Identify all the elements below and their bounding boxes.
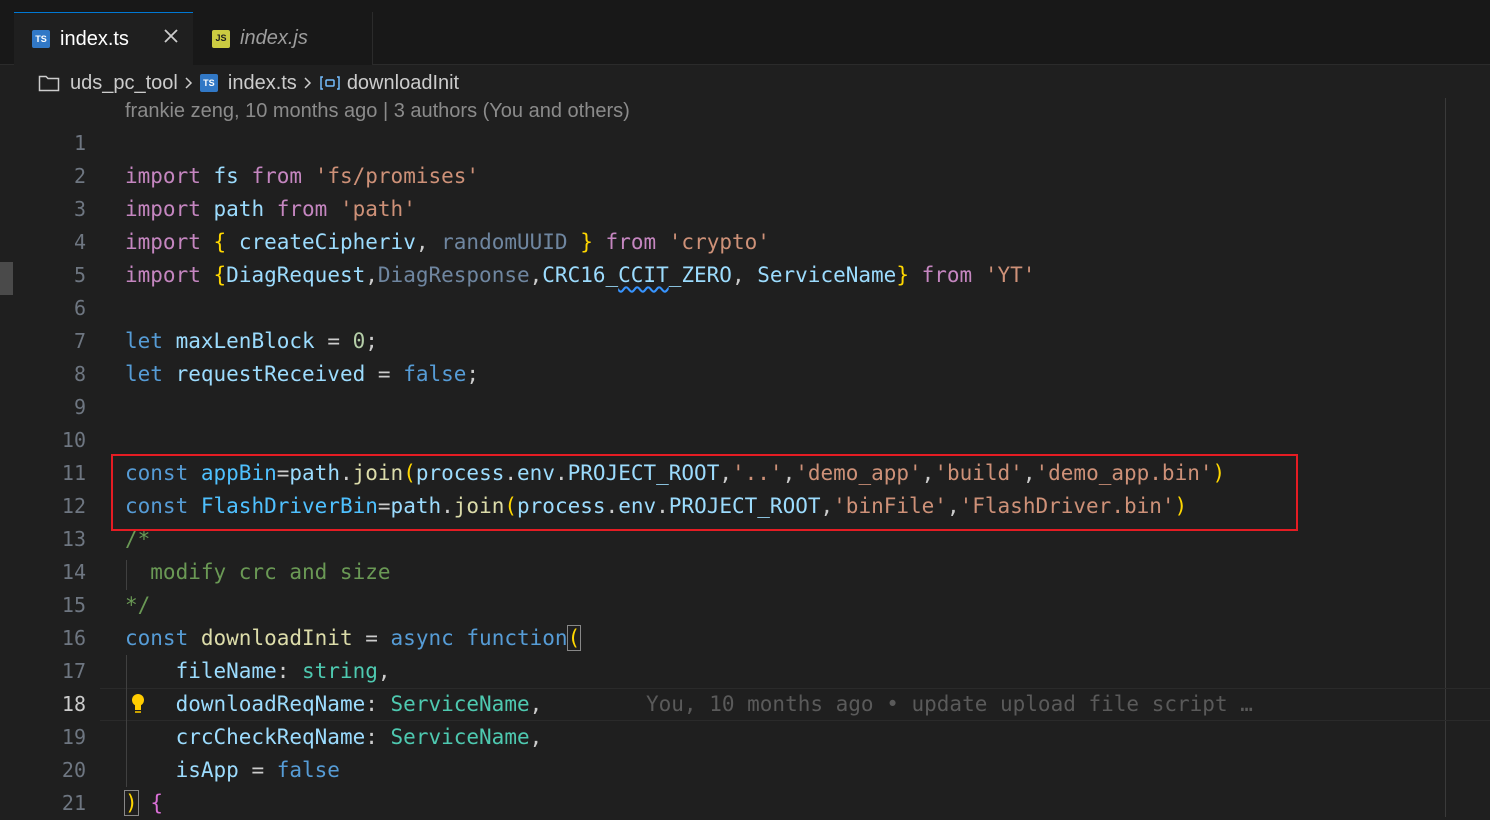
code-line: 14 modify crc and size [0, 556, 1490, 589]
variable-symbol-icon [320, 76, 340, 90]
close-icon[interactable] [163, 28, 179, 44]
line-number: 12 [61, 494, 86, 518]
line-number: 21 [61, 791, 86, 815]
indent-guide [126, 655, 127, 787]
line-code: let maxLenBlock = 0; [125, 329, 378, 353]
line-number: 13 [61, 527, 86, 551]
tab-index-ts[interactable]: TS index.ts [14, 12, 193, 65]
tab-label: index.ts [60, 27, 129, 50]
code-line: 17 fileName: string, [0, 655, 1490, 688]
code-line: 4 import { createCipheriv, randomUUID } … [0, 226, 1490, 259]
line-code: import path from 'path' [125, 197, 416, 221]
line-code: downloadReqName: ServiceName, [175, 692, 543, 716]
chevron-right-icon [184, 76, 194, 90]
line-code: import { createCipheriv, randomUUID } fr… [125, 230, 770, 254]
js-file-icon: JS [212, 29, 230, 48]
code-line: 19 crcCheckReqName: ServiceName, [0, 721, 1490, 754]
line-number: 8 [73, 362, 86, 386]
tab-label: index.js [240, 27, 308, 49]
line-number: 17 [61, 659, 86, 683]
line-code: import {DiagRequest,DiagResponse,CRC16_C… [125, 263, 1036, 287]
line-code: ) { [124, 790, 163, 816]
line-number: 6 [73, 296, 86, 320]
line-number: 9 [73, 395, 86, 419]
code-line: 5 import {DiagRequest,DiagResponse,CRC16… [0, 259, 1490, 292]
code-line: 3 import path from 'path' [0, 193, 1490, 226]
line-number: 4 [73, 230, 86, 254]
code-line: 8 let requestReceived = false; [0, 358, 1490, 391]
code-line: 2 import fs from 'fs/promises' [0, 160, 1490, 193]
tab-index-js[interactable]: JS index.js [193, 12, 373, 65]
breadcrumb: uds_pc_tool TS index.ts downloadInit [38, 68, 459, 98]
line-number: 10 [61, 428, 86, 452]
code-line: 20 isApp = false [0, 754, 1490, 787]
ts-file-icon: TS [199, 74, 218, 92]
line-number: 18 [61, 692, 86, 716]
highlight-annotation-box [111, 454, 1298, 531]
code-line: 1 [0, 127, 1490, 160]
code-line: 21 ) { [0, 787, 1490, 820]
code-line: 16 const downloadInit = async function( [0, 622, 1490, 655]
breadcrumb-file[interactable]: index.ts [228, 72, 297, 95]
ts-file-icon: TS [32, 30, 50, 48]
line-number: 11 [61, 461, 86, 485]
line-code: let requestReceived = false; [125, 362, 480, 386]
line-number: 16 [61, 626, 86, 650]
line-number: 1 [73, 131, 86, 155]
inline-blame[interactable]: You, 10 months ago • update upload file … [646, 688, 1253, 721]
code-line: 6 [0, 292, 1490, 325]
line-number: 15 [61, 593, 86, 617]
line-code: isApp = false [175, 758, 340, 782]
line-code: crcCheckReqName: ServiceName, [175, 725, 543, 749]
line-number: 7 [73, 329, 86, 353]
code-line: 7 let maxLenBlock = 0; [0, 325, 1490, 358]
editor-tab-bar: TS index.ts JS index.js [0, 12, 1490, 65]
code-line: 9 [0, 391, 1490, 424]
line-code: import fs from 'fs/promises' [125, 164, 480, 188]
chevron-right-icon [303, 76, 313, 90]
folder-icon [38, 75, 60, 92]
line-number: 20 [61, 758, 86, 782]
git-blame-codelens[interactable]: frankie zeng, 10 months ago | 3 authors … [125, 100, 630, 123]
code-line: 15 */ [0, 589, 1490, 622]
code-line: 10 [0, 424, 1490, 457]
line-number: 3 [73, 197, 86, 221]
code-line-current: 18 downloadReqName: ServiceName, You, 10… [0, 688, 1490, 721]
title-strip [0, 0, 1490, 12]
line-number: 5 [73, 263, 86, 287]
indent-guide [126, 560, 127, 590]
breadcrumb-folder[interactable]: uds_pc_tool [70, 72, 178, 95]
line-code: modify crc and size [125, 560, 391, 584]
line-code: */ [125, 593, 151, 617]
line-number: 19 [61, 725, 86, 749]
line-number: 14 [61, 560, 86, 584]
line-number: 2 [73, 164, 86, 188]
line-code: const downloadInit = async function( [125, 625, 582, 651]
line-code: fileName: string, [175, 659, 391, 683]
breadcrumb-symbol[interactable]: downloadInit [347, 72, 459, 95]
